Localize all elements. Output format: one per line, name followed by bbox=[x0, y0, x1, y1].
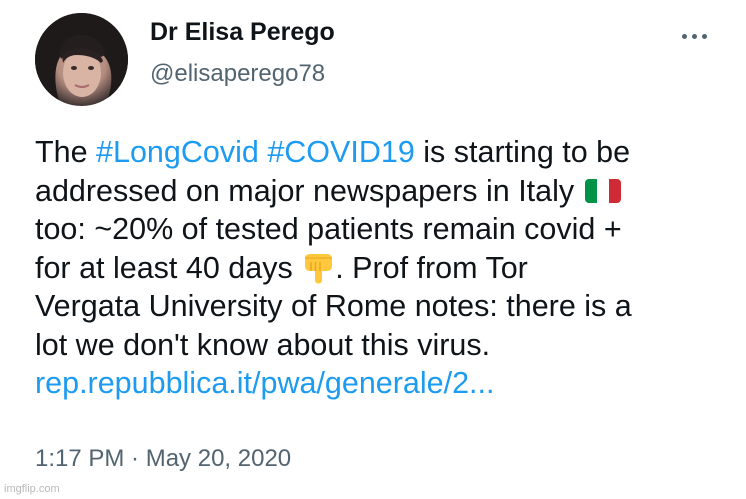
tweet-line: too: ~20% of tested patients remain covi… bbox=[35, 212, 622, 246]
hashtag-covid19-link[interactable]: #COVID19 bbox=[267, 135, 414, 169]
tweet-text: The #LongCovid #COVID19 is starting to b… bbox=[35, 133, 725, 403]
user-handle[interactable]: @elisaperego78 bbox=[150, 60, 325, 88]
more-horizontal-icon bbox=[701, 33, 707, 39]
tweet-timestamp[interactable]: 1:17 PM · May 20, 2020 bbox=[35, 445, 291, 473]
tweet-line: addressed on major newspapers in Italy bbox=[35, 172, 725, 211]
tweet-text-segment: The bbox=[35, 135, 97, 169]
display-name[interactable]: Dr Elisa Perego bbox=[150, 18, 335, 47]
more-horizontal-icon bbox=[691, 33, 697, 39]
watermark: imgflip.com bbox=[4, 483, 60, 495]
tweet-card: Dr Elisa Perego @elisaperego78 The #Long… bbox=[0, 0, 746, 499]
tweet-line: The #LongCovid #COVID19 is starting to b… bbox=[35, 133, 725, 172]
more-options-button[interactable] bbox=[672, 22, 716, 50]
tweet-text-segment: for at least 40 days bbox=[35, 250, 302, 285]
tweet-line: for at least 40 days . Prof from Tor bbox=[35, 249, 725, 288]
italy-flag-icon bbox=[584, 178, 621, 203]
article-link[interactable]: rep.repubblica.it/pwa/generale/2... bbox=[35, 364, 725, 403]
backhand-index-pointing-down-icon bbox=[305, 253, 333, 283]
hashtag-longcovid-link[interactable]: #LongCovid bbox=[96, 135, 259, 169]
tweet-line: Vergata University of Rome notes: there … bbox=[35, 289, 632, 323]
tweet-text-segment: is starting to be bbox=[414, 135, 631, 169]
tweet-line: lot we don't know about this virus. bbox=[35, 327, 491, 362]
more-horizontal-icon bbox=[681, 33, 687, 39]
avatar[interactable] bbox=[35, 13, 128, 106]
avatar-photo bbox=[35, 13, 128, 106]
tweet-text-segment: . Prof from Tor bbox=[335, 250, 528, 285]
tweet-text-segment: addressed on major newspapers in Italy bbox=[35, 173, 583, 208]
